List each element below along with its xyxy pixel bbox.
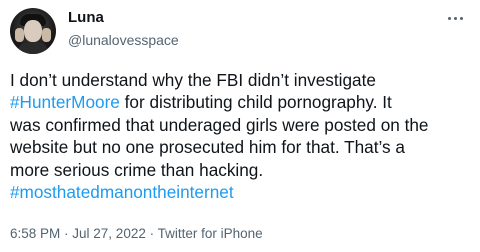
user-handle[interactable]: @lunalovesspace (68, 32, 179, 48)
tweet-line: more serious crime than hacking. (10, 159, 264, 180)
tweet-line: website but no one prosecuted him for th… (10, 137, 405, 158)
tweet-line-text: for distributing child pornography. It (119, 92, 392, 113)
more-dot (454, 17, 457, 20)
more-options-icon[interactable] (446, 14, 466, 24)
avatar-hand-right (42, 28, 51, 42)
display-name[interactable]: Luna (68, 9, 104, 26)
tweet-date[interactable]: Jul 27, 2022 (72, 226, 146, 241)
tweet-line: #HunterMoore for distributing child porn… (10, 91, 472, 113)
tweet-source[interactable]: Twitter for iPhone (158, 226, 263, 241)
avatar-body (18, 42, 48, 54)
avatar[interactable] (10, 8, 56, 54)
hashtag-link[interactable]: #mosthatedmanontheinternet (10, 182, 234, 202)
tweet-time[interactable]: 6:58 PM (10, 226, 60, 241)
avatar-hand-left (15, 28, 24, 42)
tweet-card: Luna @lunalovesspace I don’t understand … (0, 0, 480, 252)
more-dot (448, 17, 451, 20)
more-dot (460, 17, 463, 20)
hashtag-link[interactable]: #HunterMoore (10, 92, 120, 112)
tweet-line: #mosthatedmanontheinternet (10, 181, 472, 203)
avatar-face (24, 20, 42, 42)
tweet-line: was confirmed that underaged girls were … (10, 114, 429, 135)
tweet-line: I don’t understand why the FBI didn’t in… (10, 70, 376, 90)
meta-separator: · (60, 226, 73, 241)
tweet-meta: 6:58 PM · Jul 27, 2022 · Twitter for iPh… (10, 226, 263, 241)
tweet-text: I don’t understand why the FBI didn’t in… (10, 69, 472, 203)
meta-separator: · (145, 226, 158, 241)
